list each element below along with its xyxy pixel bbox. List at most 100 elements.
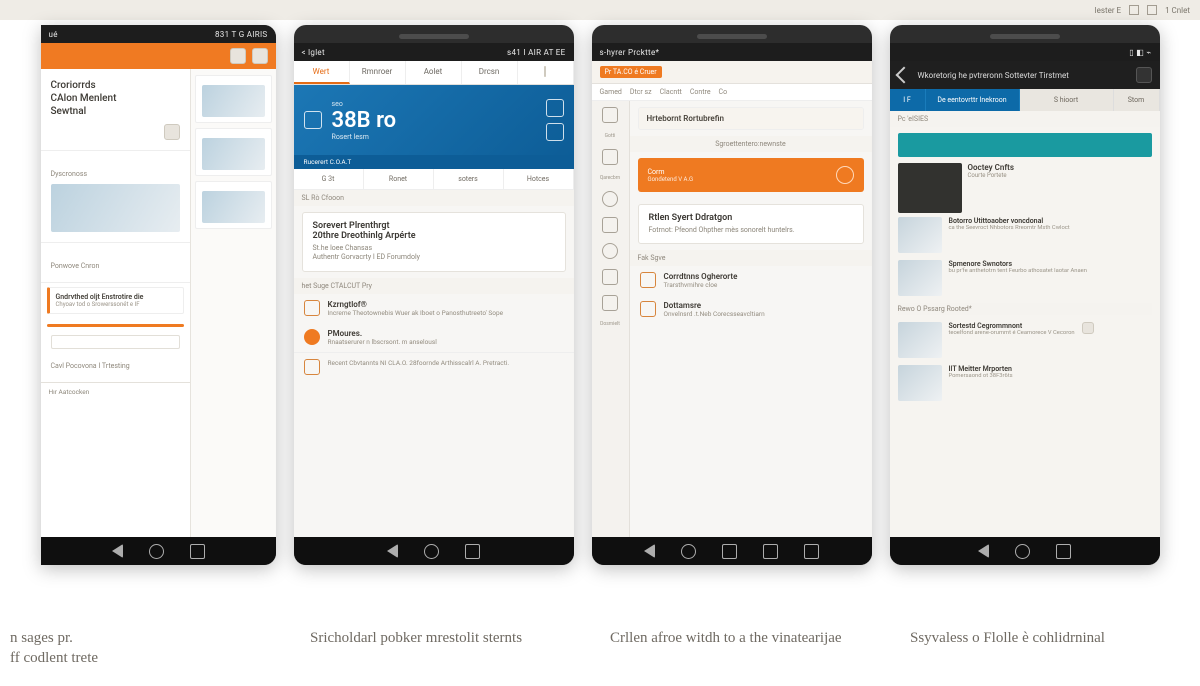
item-sub: Increme Theotownebis Wuer ak Iboet o Pan… (328, 309, 504, 317)
play-icon (836, 166, 854, 184)
search-icon[interactable] (252, 48, 268, 64)
band-title: Corm (648, 168, 694, 176)
recents-button[interactable] (465, 544, 480, 559)
list-item[interactable]: PMoures. Rnaatserurer n lbscrsont. m ans… (294, 323, 574, 352)
tab-overflow[interactable] (518, 61, 574, 84)
status-bar: < lglet s41 I AIR AT EE (294, 43, 574, 61)
highlight-band[interactable]: Corm Gondetend V A.G (638, 158, 864, 192)
crumb[interactable]: Clacntt (660, 88, 682, 96)
phone-row: ué 831 T G AIRIS Croriorrds CAlon Menlen… (0, 0, 1200, 565)
menu-icon[interactable] (230, 48, 246, 64)
chip[interactable]: Ronet (364, 169, 434, 189)
sidebar-preview[interactable]: Dyscronoss (41, 151, 190, 243)
sidebar-section: Ponwove Cnron (41, 243, 190, 283)
tab[interactable]: I F (890, 89, 926, 111)
extra-button[interactable] (804, 544, 819, 559)
back-icon[interactable] (895, 67, 912, 84)
phone-4: ▯ ◧ ⌁ Wkoretorig he pvtreronn Sottevter … (890, 25, 1160, 565)
feed-item[interactable]: Sortestd Cegrommnontteoelfond arene-orum… (898, 322, 1152, 358)
rail-icon[interactable] (602, 149, 618, 165)
back-button[interactable] (387, 544, 398, 558)
share-icon[interactable] (546, 123, 564, 141)
tab[interactable]: Aolet (406, 61, 462, 84)
feed-item[interactable]: Botorro Utittoaober voncdonalca the Seev… (898, 217, 1152, 253)
app-header: Wkoretorig he pvtreronn Sottevter Tirstm… (890, 61, 1160, 89)
chip[interactable]: G 3t (294, 169, 364, 189)
extra-button[interactable] (763, 544, 778, 559)
chip[interactable]: Hotces (504, 169, 574, 189)
icon-rail: Gotti Qarecbrn Dosmielt (592, 101, 630, 537)
back-button[interactable] (978, 544, 989, 558)
hero-banner[interactable]: seo 38B ro Rosert lesm (294, 85, 574, 155)
sidebar-hero[interactable]: Croriorrds CAlon Menlent Sewtnal (41, 69, 190, 151)
tab[interactable]: Rmnroer (350, 61, 406, 84)
crumb[interactable]: Contre (690, 88, 711, 96)
card-image (202, 85, 265, 117)
gear-icon[interactable] (546, 99, 564, 117)
strip-indicator: 1 Cnlet (1165, 6, 1190, 15)
recents-button[interactable] (190, 544, 205, 559)
content-card[interactable] (195, 128, 272, 176)
rail-icon[interactable] (602, 217, 618, 233)
recents-button[interactable] (722, 544, 737, 559)
content-card[interactable]: Rtlen Syert Ddratgon Fotrnot: Pfeond Ohp… (638, 204, 864, 244)
content-card[interactable] (195, 75, 272, 123)
chip[interactable]: soters (434, 169, 504, 189)
rail-icon[interactable] (602, 269, 618, 285)
sidebar-item[interactable]: Gndrvthed oljt Enstrotire die Chyoav tod… (47, 287, 184, 314)
main-pane (191, 69, 276, 537)
bookmark-icon[interactable] (1082, 322, 1094, 334)
crumb[interactable]: Dtcr sz (630, 88, 652, 96)
back-button[interactable] (112, 544, 123, 558)
rail-label: Gotti (605, 133, 616, 139)
home-button[interactable] (681, 544, 696, 559)
phone-3: s-hyrer Prcktte* Pr TA.CO é Cruer Gamed … (592, 25, 872, 565)
note-label: het Suge CTALCUT Pry (294, 278, 574, 294)
list-item[interactable]: Corrdtnns Ogherorte Trarsthvmihre cloe (630, 266, 872, 295)
teal-banner[interactable] (898, 133, 1152, 157)
feed-item[interactable]: Spmenore Swnotorsbu pr'fe anthetotrn ten… (898, 260, 1152, 296)
crumb[interactable]: Co (719, 88, 728, 96)
status-left: < lglet (302, 48, 325, 57)
hero-card[interactable]: Hrtebornt Rortubrefin (638, 107, 864, 130)
rail-icon[interactable] (602, 107, 618, 123)
chevron-right-icon (164, 124, 180, 140)
rail-label: Qarecbrn (600, 175, 620, 181)
rail-icon[interactable] (602, 243, 618, 259)
home-button[interactable] (1015, 544, 1030, 559)
feed-item[interactable]: IlT Meitter MrportenPomersaond ot 38F3r6… (898, 365, 1152, 401)
rail-icon[interactable] (602, 295, 618, 311)
crumb[interactable]: Gamed (600, 88, 622, 96)
caption: Sricholdarl pobker mrestolit sternts (310, 629, 550, 668)
menu-icon[interactable] (1136, 67, 1152, 83)
text-input[interactable] (51, 335, 180, 349)
back-button[interactable] (644, 544, 655, 558)
card-sub: Authentr Gorvacrty I ED Forumdoly (313, 253, 555, 262)
page-top-strip: lester E 1 Cnlet (0, 0, 1200, 20)
speaker (399, 34, 469, 39)
list-item[interactable]: Kzrngtlof® Increme Theotownebis Wuer ak … (294, 294, 574, 323)
thumb-image (898, 163, 962, 213)
tab[interactable]: Drcsn (462, 61, 518, 84)
content-card[interactable] (195, 181, 272, 229)
tab[interactable]: De eentovrttr Inekroon (926, 89, 1020, 111)
featured-card[interactable]: Sorevert Plrenthrgt 20thre Dreothinlg Ar… (302, 212, 566, 272)
strip-icon (1129, 5, 1139, 15)
android-nav (890, 537, 1160, 565)
section-label: Fak Sgve (630, 250, 872, 266)
status-right: 831 T G AIRIS (215, 30, 268, 39)
list-item[interactable]: Dottamsre Onvelnsrd .t.Neb Corecsseavclt… (630, 295, 872, 324)
tab[interactable]: Stom (1114, 89, 1160, 111)
home-button[interactable] (424, 544, 439, 559)
tab[interactable]: S hioort (1020, 89, 1114, 111)
recents-button[interactable] (1056, 544, 1071, 559)
feed-image (898, 260, 942, 296)
thumbnail-image (51, 184, 180, 232)
app-header (41, 43, 276, 69)
status-bar: ▯ ◧ ⌁ (890, 43, 1160, 61)
file-icon (640, 272, 656, 288)
rail-icon[interactable] (602, 191, 618, 207)
home-button[interactable] (149, 544, 164, 559)
tab[interactable]: Wert (294, 61, 350, 84)
split-header[interactable]: Ooctey Cnfts Courte Portete (890, 163, 1160, 213)
